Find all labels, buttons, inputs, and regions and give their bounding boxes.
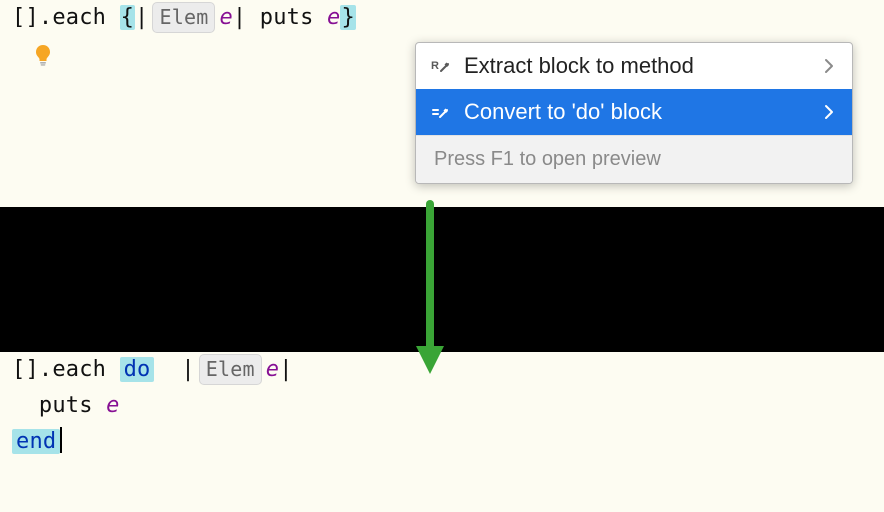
- code-line-after-2[interactable]: puts e: [0, 388, 884, 424]
- menu-item-extract-block[interactable]: R Extract block to method: [416, 43, 852, 89]
- param-type-hint: Elem: [199, 354, 262, 385]
- space: [154, 357, 181, 382]
- pipe-close: |: [233, 5, 246, 30]
- svg-text:R: R: [431, 60, 439, 72]
- code-line-after-3[interactable]: end: [0, 424, 884, 460]
- pipe-open: |: [135, 5, 148, 30]
- intention-menu: R Extract block to method Convert to 'do…: [415, 42, 853, 184]
- puts-call: puts: [39, 393, 106, 418]
- block-param: e: [219, 5, 232, 30]
- puts-call: puts: [246, 5, 327, 30]
- refactor-icon: R: [430, 55, 452, 77]
- brace-close: }: [340, 5, 355, 30]
- editor-before[interactable]: [].each {|Eleme| puts e} R Extract block…: [0, 0, 884, 207]
- puts-arg: e: [327, 5, 340, 30]
- menu-item-label: Extract block to method: [464, 53, 812, 79]
- end-keyword: end: [12, 429, 60, 454]
- separator-gap: [0, 207, 884, 352]
- pipe-open: |: [181, 357, 194, 382]
- each-call: .each: [39, 357, 120, 382]
- do-keyword: do: [120, 357, 155, 382]
- menu-item-convert-do[interactable]: Convert to 'do' block: [416, 89, 852, 135]
- param-type-hint: Elem: [152, 2, 215, 33]
- code-line-after-1[interactable]: [].each do |Eleme|: [0, 352, 884, 388]
- bracket-literal: []: [12, 5, 39, 30]
- menu-item-label: Convert to 'do' block: [464, 99, 812, 125]
- puts-arg: e: [106, 393, 119, 418]
- editor-after[interactable]: [].each do |Eleme| puts e end: [0, 352, 884, 512]
- code-line-before[interactable]: [].each {|Eleme| puts e}: [0, 0, 884, 36]
- each-call: .each: [39, 5, 120, 30]
- block-param: e: [266, 357, 279, 382]
- edit-icon: [430, 101, 452, 123]
- bracket-literal: []: [12, 357, 39, 382]
- chevron-right-icon: [824, 58, 838, 74]
- pipe-close: |: [279, 357, 292, 382]
- indent: [12, 393, 39, 418]
- menu-footer-hint: Press F1 to open preview: [416, 135, 852, 183]
- intention-bulb-icon[interactable]: [30, 42, 56, 68]
- chevron-right-icon: [824, 104, 838, 120]
- text-caret: [60, 427, 62, 453]
- brace-open: {: [120, 5, 135, 30]
